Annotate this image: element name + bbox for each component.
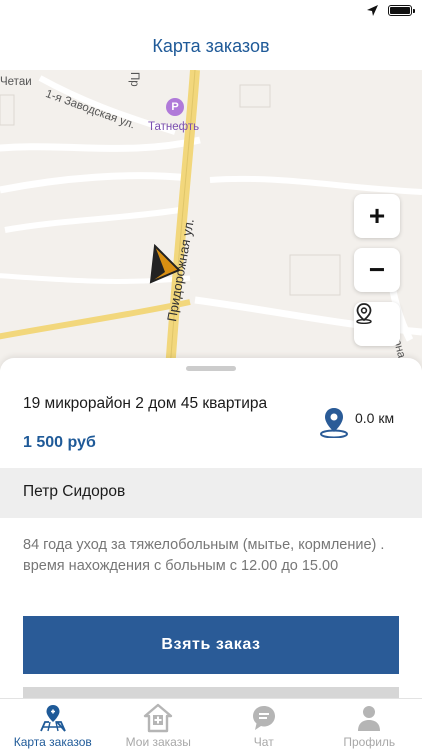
zoom-in-button[interactable]: + [354,194,400,238]
map-marker-icon [38,703,68,733]
zoom-out-button[interactable]: − [354,248,400,292]
map-label-pr: Пр [128,72,140,87]
tab-chat[interactable]: Чат [211,699,317,751]
order-address: 19 микрорайон 2 дом 45 квартира [23,393,273,414]
tab-label: Мои заказы [106,735,212,749]
location-arrow-icon [366,4,379,17]
user-icon [354,703,384,733]
tab-label: Чат [211,735,317,749]
tatneft-marker-icon[interactable]: Р [166,98,184,116]
map-label-tatneft: Татнефть [148,121,199,133]
sheet-handle[interactable] [186,366,236,371]
chat-bubble-icon [249,703,279,733]
map-view[interactable]: Четаи 1-я Заводская ул. Пр Р Татнефть Пр… [0,70,422,370]
order-price: 1 500 руб [23,434,96,452]
secondary-button[interactable] [23,687,399,698]
tab-my-orders[interactable]: Мои заказы [106,699,212,751]
take-order-button[interactable]: Взять заказ [23,616,399,674]
tab-label: Профиль [317,735,422,749]
battery-icon [388,5,412,16]
location-pin-icon [354,302,374,324]
home-plus-icon [143,703,173,733]
location-pin-icon [318,406,350,438]
take-order-label: Взять заказ [161,636,260,654]
order-distance: 0.0 км [355,410,394,426]
page-title: Карта заказов [0,36,422,57]
tab-order-map[interactable]: Карта заказов [0,699,106,751]
client-row: Петр Сидоров [0,468,422,518]
status-bar [0,0,422,26]
client-name: Петр Сидоров [23,483,125,501]
tab-bar: Карта заказов Мои заказы Чат Профиль [0,698,422,751]
tab-label: Карта заказов [0,735,106,749]
plus-icon: + [369,202,385,230]
minus-icon: − [369,256,385,284]
navigation-arrow-icon [147,242,183,286]
map-label-chetai: Четаи [0,76,32,88]
order-sheet: 19 микрорайон 2 дом 45 квартира 1 500 ру… [0,358,422,698]
order-description: 84 года уход за тяжелобольным (мытье, ко… [23,535,403,577]
tab-profile[interactable]: Профиль [317,699,422,751]
my-location-button[interactable] [354,302,400,346]
